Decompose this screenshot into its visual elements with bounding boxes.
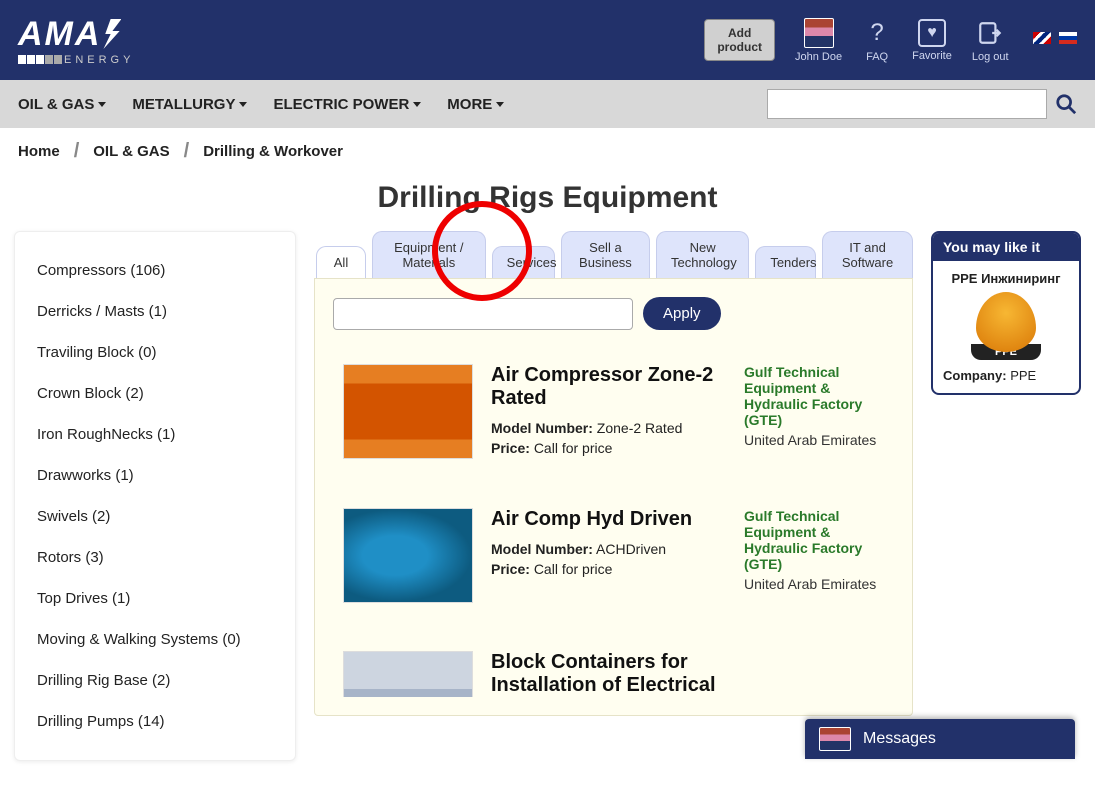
- tab-services[interactable]: Services: [492, 246, 555, 278]
- seller-link[interactable]: Gulf Technical Equipment & Hydraulic Fac…: [744, 364, 884, 428]
- user-name-label: John Doe: [795, 51, 842, 63]
- tab-sell-business[interactable]: Sell a Business: [561, 231, 650, 278]
- logo-bars-icon: [18, 55, 62, 64]
- logo[interactable]: AMA ENERGY: [18, 15, 134, 66]
- filter-input[interactable]: [333, 298, 633, 330]
- product-image: [343, 651, 473, 697]
- sidebar-item[interactable]: Crown Block (2): [15, 373, 295, 414]
- language-flags: [1029, 31, 1077, 49]
- breadcrumb-home[interactable]: Home: [18, 143, 60, 160]
- tabs: All Equipment / Materials Services Sell …: [314, 231, 913, 278]
- product-image: [343, 364, 473, 459]
- product-title: Air Compressor Zone-2 Rated: [491, 364, 726, 410]
- logout-link[interactable]: Log out: [972, 18, 1009, 63]
- sidebar-item[interactable]: Top Drives (1): [15, 578, 295, 619]
- sidebar-item[interactable]: Drilling Pumps (14): [15, 701, 295, 742]
- sidebar-item[interactable]: Derricks / Masts (1): [15, 291, 295, 332]
- like-card-header: You may like it: [933, 233, 1079, 261]
- page-title: Drilling Rigs Equipment: [0, 181, 1095, 215]
- product-title: Air Comp Hyd Driven: [491, 508, 726, 531]
- heart-icon: ♥: [918, 19, 946, 47]
- apply-button[interactable]: Apply: [643, 297, 721, 330]
- nav-electric-power[interactable]: ELECTRIC POWER: [273, 96, 421, 113]
- seller-location: United Arab Emirates: [744, 432, 884, 448]
- chevron-down-icon: [98, 102, 106, 107]
- flag-ru-icon[interactable]: [1059, 32, 1077, 44]
- product-row[interactable]: Air Compressor Zone-2 Rated Model Number…: [333, 350, 894, 474]
- logo-text: AMA: [18, 15, 101, 54]
- product-row[interactable]: Air Comp Hyd Driven Model Number: ACHDri…: [333, 494, 894, 617]
- nav-more[interactable]: MORE: [447, 96, 504, 113]
- sidebar-item[interactable]: Traviling Block (0): [15, 332, 295, 373]
- chevron-down-icon: [496, 102, 504, 107]
- flag-uk-icon[interactable]: [1033, 32, 1051, 44]
- breadcrumb: Home / OIL & GAS / Drilling & Workover: [0, 128, 1095, 175]
- breadcrumb-oil-gas[interactable]: OIL & GAS: [93, 143, 169, 160]
- you-may-like-card: You may like it PPE Инжиниринг PPE Compa…: [931, 231, 1081, 395]
- search-icon[interactable]: [1055, 93, 1077, 115]
- nav-bar: OIL & GAS METALLURGY ELECTRIC POWER MORE: [0, 80, 1095, 128]
- tab-it-software[interactable]: IT and Software: [822, 231, 913, 278]
- tab-tenders[interactable]: Tenders: [755, 246, 816, 278]
- question-icon: ?: [862, 18, 892, 48]
- nav-oil-gas[interactable]: OIL & GAS: [18, 96, 106, 113]
- favorite-link[interactable]: ♥ Favorite: [912, 19, 952, 62]
- ppe-logo-icon[interactable]: PPE: [961, 292, 1051, 362]
- tab-equipment[interactable]: Equipment / Materials: [372, 231, 486, 278]
- sidebar-item[interactable]: Rotors (3): [15, 537, 295, 578]
- top-header: AMA ENERGY Add product John Doe ? FAQ ♥ …: [0, 0, 1095, 80]
- logo-subtext: ENERGY: [64, 54, 134, 66]
- sidebar-item[interactable]: Moving & Walking Systems (0): [15, 619, 295, 660]
- messages-bar[interactable]: Messages: [805, 719, 1075, 759]
- chevron-down-icon: [239, 102, 247, 107]
- like-card-title[interactable]: PPE Инжиниринг: [943, 271, 1069, 286]
- seller-location: United Arab Emirates: [744, 576, 884, 592]
- category-sidebar: Compressors (106) Derricks / Masts (1) T…: [14, 231, 296, 761]
- user-menu[interactable]: John Doe: [795, 18, 842, 63]
- search-input[interactable]: [767, 89, 1047, 119]
- add-product-button[interactable]: Add product: [704, 19, 775, 62]
- sidebar-item[interactable]: Drawworks (1): [15, 455, 295, 496]
- avatar-icon: [804, 18, 834, 48]
- messages-label: Messages: [863, 730, 936, 748]
- product-title: Block Containers for Installation of Ele…: [491, 651, 726, 697]
- breadcrumb-current: Drilling & Workover: [203, 143, 343, 160]
- sidebar-item[interactable]: Swivels (2): [15, 496, 295, 537]
- sidebar-item[interactable]: Compressors (106): [15, 250, 295, 291]
- chevron-down-icon: [413, 102, 421, 107]
- faq-link[interactable]: ? FAQ: [862, 18, 892, 63]
- nav-search: [767, 89, 1077, 119]
- product-image: [343, 508, 473, 603]
- separator-icon: /: [74, 140, 80, 163]
- product-row[interactable]: Block Containers for Installation of Ele…: [333, 637, 894, 697]
- sidebar-item[interactable]: Drilling Rig Base (2): [15, 660, 295, 701]
- tab-all[interactable]: All: [316, 246, 366, 278]
- tab-new-technology[interactable]: New Technology: [656, 231, 749, 278]
- seller-link[interactable]: Gulf Technical Equipment & Hydraulic Fac…: [744, 508, 884, 572]
- avatar-icon: [819, 727, 851, 751]
- nav-metallurgy[interactable]: METALLURGY: [132, 96, 247, 113]
- sidebar-item[interactable]: Iron RoughNecks (1): [15, 414, 295, 455]
- separator-icon: /: [184, 140, 190, 163]
- bolt-icon: [103, 19, 121, 49]
- logout-icon: [975, 18, 1005, 48]
